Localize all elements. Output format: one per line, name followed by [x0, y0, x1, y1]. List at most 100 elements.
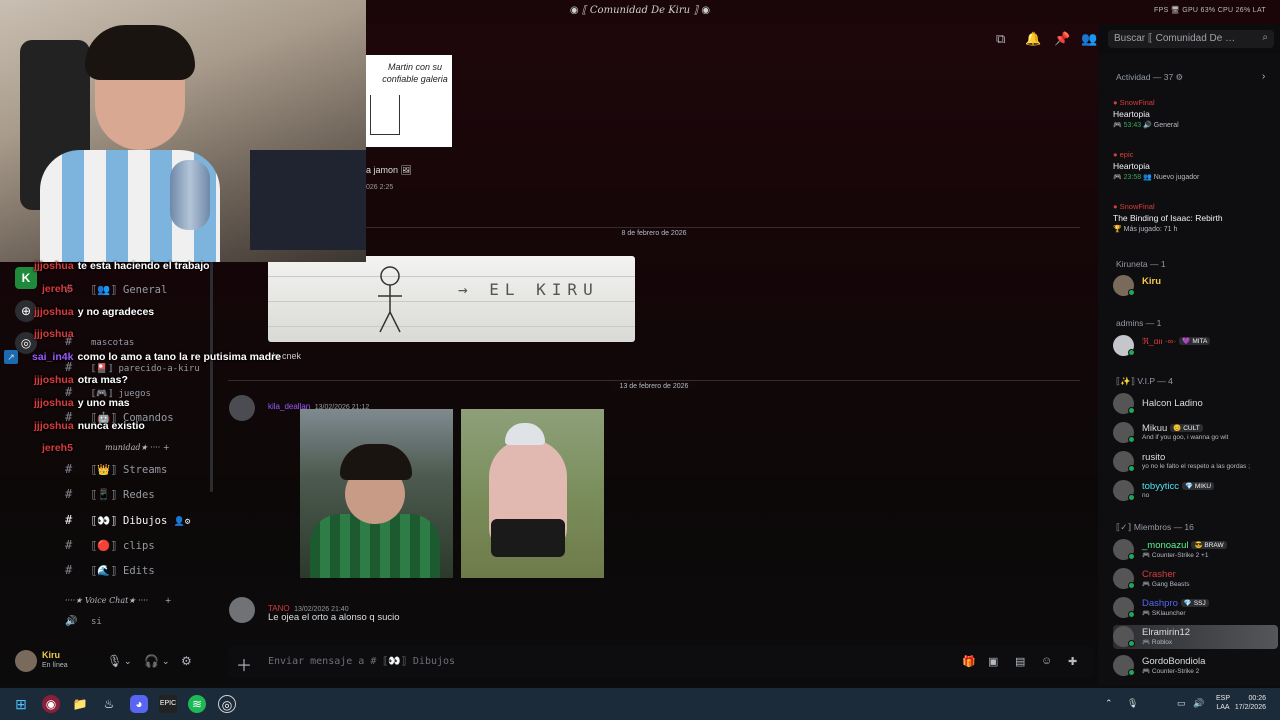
webcam-overlay [0, 0, 366, 262]
member-name: Crasher [1142, 569, 1176, 580]
member-name: Elramirin12 [1142, 627, 1191, 638]
member-item[interactable]: GordoBondiola 🎮 Counter-Strike 2 [1113, 654, 1278, 678]
member-item[interactable]: ℜ_αιι ·∞· 💜 MITA [1113, 334, 1278, 358]
member-item[interactable]: _monoazul 😎 BRAW 🎮 Counter-Strike 2 +1 [1113, 538, 1278, 562]
microphone-icon[interactable]: 🎙 [1127, 698, 1138, 709]
activity-card[interactable]: ● SnowFinal The Binding of Isaac: Rebirth… [1113, 202, 1273, 233]
chevron-down-icon[interactable]: ⌄ [124, 656, 132, 667]
category-comunidad[interactable]: munidad★ ···· + [105, 443, 170, 452]
member-activity: yo no le falto el respeto a las gordas ; [1142, 463, 1251, 470]
stream-chat-line: jereh5 [42, 283, 77, 295]
apps-icon[interactable]: ✚ [1068, 655, 1077, 668]
status-dot [1128, 465, 1135, 472]
member-name: Dashpro 💎 SSJ [1142, 598, 1209, 609]
member-item[interactable]: rusito yo no le falto el respeto a las go… [1113, 450, 1278, 474]
status-dot [1128, 582, 1135, 589]
gift-icon[interactable]: 🎁 [962, 655, 976, 668]
chat-username: jjjoshua [34, 260, 74, 272]
activity-user: ● epic [1113, 150, 1134, 159]
activity-game: The Binding of Isaac: Rebirth [1113, 213, 1223, 223]
chat-username: jereh5 [42, 283, 73, 295]
windows-start-icon[interactable]: ⊞ [12, 695, 30, 713]
language-indicator[interactable]: ESP LAA [1216, 694, 1230, 712]
bell-icon[interactable]: 🔔 [1025, 31, 1041, 47]
member-activity: no [1142, 492, 1150, 499]
gear-icon[interactable]: ⚙ [181, 654, 192, 668]
clock[interactable]: 00:26 17/2/2026 [1235, 694, 1266, 712]
chat-message: nunca existio [77, 420, 145, 432]
member-item[interactable]: Crasher 🎮 Gang Beasts [1113, 567, 1278, 591]
activity-card[interactable]: ● epic Heartopia 🎮 23:58 👥 Nuevo jugador [1113, 150, 1273, 181]
chat-username: jjjoshua [34, 374, 74, 386]
volume-icon[interactable]: 🔊 [1193, 698, 1204, 709]
sticker-caption: Martin con su confiable galeria [382, 62, 448, 84]
obs-icon[interactable]: ◎ [218, 695, 236, 713]
category-voice-chat[interactable]: ····★ Voice Chat★ ···· + [65, 596, 171, 605]
role-header: admins — 1 [1116, 318, 1162, 328]
member-item[interactable]: tobyyticc 💎 MIKU no [1113, 479, 1278, 503]
member-item[interactable]: Mikuu 😊 CULT And if you goo, i wanna go wi… [1113, 421, 1278, 445]
microphone-icon[interactable]: 🎙 [107, 654, 122, 668]
activity-meta: 🎮 23:58 👥 Nuevo jugador [1113, 174, 1200, 181]
avatar[interactable] [229, 597, 255, 623]
member-tag: 😊 CULT [1170, 424, 1203, 432]
activity-user: ● SnowFinal [1113, 98, 1155, 107]
message-input[interactable]: Enviar mensaje a # ⟦👀⟧ Dibujos [268, 656, 455, 667]
stream-chat-line: sai_in4k como lo amo a tano la re putisim… [32, 351, 281, 363]
discord-icon[interactable]: ◕ [130, 695, 148, 713]
stream-chat-line: jjjoshua [34, 328, 78, 340]
chevron-down-icon[interactable]: ⌄ [162, 656, 170, 667]
status-dot [1128, 669, 1135, 676]
activity-card[interactable]: ● SnowFinal Heartopia 🎮 53:43 🔊 General [1113, 98, 1273, 129]
channel-redes[interactable]: # ⟦📱⟧ Redes [65, 487, 155, 501]
channel-edits[interactable]: # ⟦🌊⟧ Edits [65, 563, 155, 577]
invite-icon: 👤⚙ [173, 517, 191, 527]
file-explorer-icon[interactable]: 📁 [71, 695, 89, 713]
add-attachment-icon[interactable]: ＋ [236, 652, 252, 676]
channel-streams[interactable]: # ⟦👑⟧ Streams [65, 462, 167, 476]
role-header: ⟦✓⟧ Miembros — 16 [1116, 522, 1194, 532]
avatar[interactable] [15, 650, 37, 672]
spotify-icon[interactable]: ≋ [188, 695, 206, 713]
pin-icon[interactable]: 📌 [1054, 31, 1070, 47]
member-item[interactable]: Elramirin12 🎮 Roblox [1113, 625, 1278, 649]
network-icon[interactable]: ▭ [1177, 698, 1186, 709]
channel-clips[interactable]: # ⟦🔴⟧ clips [65, 538, 155, 552]
date-divider: 13 de febrero de 2026 [611, 383, 697, 390]
message-image[interactable] [461, 409, 604, 578]
sticker-icon[interactable]: ▤ [1015, 655, 1025, 668]
members-icon[interactable]: 👥 [1081, 31, 1097, 47]
chevron-right-icon[interactable]: › [1262, 71, 1265, 82]
drawing-text: → EL KIRU [458, 280, 599, 299]
threads-icon[interactable]: ⧉ [996, 31, 1005, 47]
steam-icon[interactable]: ♨ [100, 695, 118, 713]
channel-dibujos[interactable]: # ⟦👀⟧ Dibujos 👤⚙ [65, 513, 190, 527]
member-item[interactable]: Kiru [1113, 274, 1278, 298]
user-name[interactable]: Kiru [42, 650, 60, 660]
emoji-icon[interactable]: ☺ [1041, 655, 1052, 667]
member-name: Mikuu 😊 CULT [1142, 423, 1203, 434]
member-name: GordoBondiola [1142, 656, 1206, 667]
app-icon[interactable]: ◉ [42, 695, 60, 713]
activity-header[interactable]: Actividad — 37 ⚙ [1116, 72, 1183, 83]
stick-figure [378, 266, 402, 333]
member-name: tobyyticc 💎 MIKU [1142, 481, 1215, 492]
epic-games-icon[interactable]: EPIC [159, 695, 177, 713]
stream-chat-line: jjjoshua nunca existio [34, 420, 145, 432]
member-item[interactable]: Dashpro 💎 SSJ 🎮 SKlauncher [1113, 596, 1278, 620]
voice-channel-si[interactable]: 🔊 si [65, 616, 102, 627]
headphones-icon[interactable]: 🎧 [144, 654, 159, 668]
activity-meta: 🏆 Más jugado: 71 h [1113, 226, 1178, 233]
chevron-up-icon[interactable]: ⌃ [1105, 698, 1113, 709]
message-composer[interactable]: ＋ Enviar mensaje a # ⟦👀⟧ Dibujos 🎁 ▣ ▤ ☺… [228, 646, 1094, 678]
image-icon: 🖼 [400, 165, 412, 175]
gif-icon[interactable]: ▣ [988, 655, 998, 668]
message-image-sticker[interactable]: Martin con su confiable galeria [366, 55, 452, 147]
member-item[interactable]: Halcon Ladino [1113, 392, 1278, 416]
search-input[interactable]: Buscar ⟦ Comunidad De … ⌕ [1108, 30, 1274, 48]
chat-username: jjjoshua [34, 397, 74, 409]
member-tag: 😎 BRAW [1191, 541, 1227, 549]
server-icon[interactable]: ↗ [4, 350, 18, 364]
activity-game: Heartopia [1113, 109, 1150, 119]
member-activity: 🎮 Gang Beasts [1142, 581, 1190, 588]
